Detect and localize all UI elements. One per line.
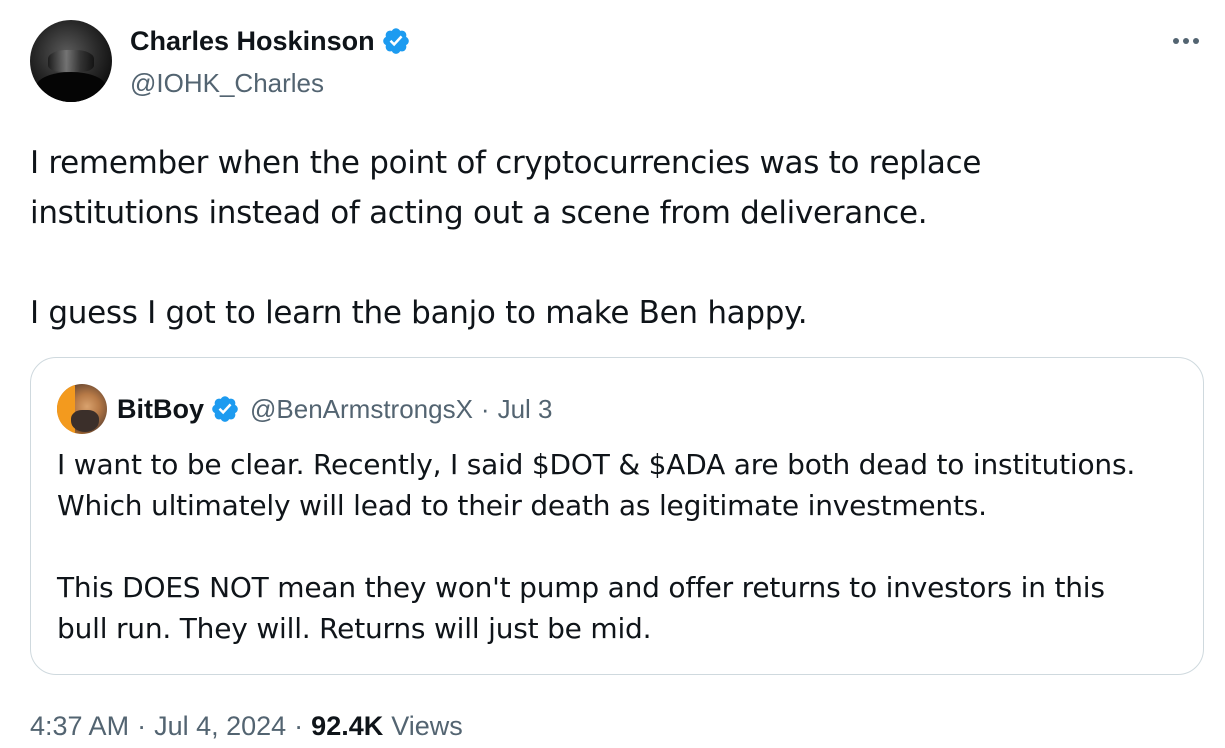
more-options-button[interactable]	[1166, 26, 1206, 56]
avatar-image-detail	[48, 50, 94, 72]
separator-dot: ·	[294, 711, 304, 741]
views-label: Views	[391, 711, 463, 741]
tweet-text-line: I guess I got to learn the banjo to make…	[30, 295, 808, 331]
quoted-author-name[interactable]: BitBoy	[117, 394, 204, 425]
quoted-text-line: This DOES NOT mean they won't pump and o…	[57, 571, 1105, 604]
quoted-text-line: I want to be clear. Recently, I said $DO…	[57, 448, 1136, 481]
tweet-timestamp-time[interactable]: 4:37 AM	[30, 711, 129, 742]
avatar-image-shadow	[36, 72, 106, 102]
author-handle[interactable]: @IOHK_Charles	[130, 68, 411, 99]
quoted-tweet[interactable]: BitBoy @BenArmstrongsX · Jul 3 I want to…	[30, 357, 1204, 675]
more-horizontal-icon-dot	[1193, 38, 1199, 44]
quoted-author-handle[interactable]: @BenArmstrongsX	[250, 394, 473, 425]
quoted-tweet-header: BitBoy @BenArmstrongsX · Jul 3	[117, 391, 553, 427]
tweet-timestamp-date[interactable]: Jul 4, 2024	[154, 711, 286, 742]
tweet-text: I remember when the point of cryptocurre…	[30, 138, 1190, 338]
tweet-meta: 4:37 AM · Jul 4, 2024 · 92.4K Views	[30, 711, 463, 742]
verified-badge-icon	[382, 28, 409, 54]
quoted-tweet-text: I want to be clear. Recently, I said $DO…	[57, 444, 1177, 649]
more-horizontal-icon	[1173, 38, 1179, 44]
author-avatar[interactable]	[30, 20, 112, 102]
quoted-text-line: Which ultimately will lead to their deat…	[57, 489, 987, 522]
tweet-text-line: I remember when the point of cryptocurre…	[30, 145, 982, 181]
separator-dot: ·	[137, 711, 147, 741]
tweet-card: Charles Hoskinson @IOHK_Charles I rememb…	[0, 0, 1225, 748]
verified-badge-icon	[212, 396, 238, 422]
author-block: Charles Hoskinson @IOHK_Charles	[130, 24, 411, 99]
views-count: 92.4K	[311, 711, 384, 741]
author-name[interactable]: Charles Hoskinson	[130, 26, 375, 57]
tweet-text-line: institutions instead of acting out a sce…	[30, 195, 928, 231]
quoted-tweet-date[interactable]: Jul 3	[498, 394, 553, 425]
more-horizontal-icon-dot	[1183, 38, 1189, 44]
author-name-row: Charles Hoskinson	[130, 24, 411, 58]
separator-dot: ·	[480, 393, 490, 424]
quoted-text-line: bull run. They will. Returns will just b…	[57, 612, 652, 645]
quoted-author-avatar[interactable]	[57, 384, 107, 434]
avatar-image-detail	[71, 410, 99, 432]
